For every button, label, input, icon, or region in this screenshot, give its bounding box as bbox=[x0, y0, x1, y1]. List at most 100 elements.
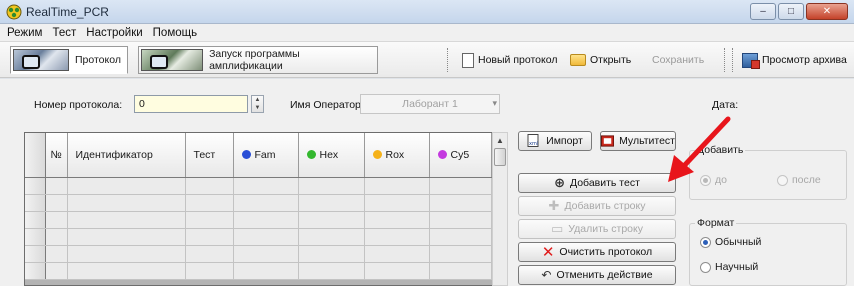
title-bar: RealTime_PCR – □ ✕ bbox=[0, 0, 854, 24]
protocol-number-spinner[interactable]: ▲ ▼ bbox=[251, 95, 264, 113]
protocol-number-label: Номер протокола: bbox=[34, 99, 123, 111]
radio-scientific-format[interactable]: Научный bbox=[700, 261, 758, 273]
table-header-row: № Идентификатор Тест Fam Hex Rox Cy5 bbox=[25, 133, 492, 178]
toolbar-separator bbox=[447, 48, 448, 72]
fam-label: Fam bbox=[254, 148, 276, 161]
save-button[interactable]: Сохранить bbox=[652, 50, 704, 70]
new-protocol-button[interactable]: Новый протокол bbox=[462, 50, 557, 70]
clear-protocol-label: Очистить протокол bbox=[559, 246, 653, 258]
save-label: Сохранить bbox=[652, 54, 705, 66]
view-archive-button[interactable]: Просмотр архива bbox=[742, 50, 847, 70]
protocol-panel: Номер протокола: 0 ▲ ▼ Имя Оператора: Ла… bbox=[0, 79, 854, 286]
radio-after-circle bbox=[777, 174, 788, 186]
protocol-thumbnail-icon bbox=[13, 49, 69, 71]
radio-after[interactable]: после bbox=[777, 174, 821, 186]
add-test-icon: ⊕ bbox=[554, 175, 565, 190]
radio-scientific-circle bbox=[700, 261, 711, 273]
spin-down-icon[interactable]: ▼ bbox=[255, 105, 261, 111]
radio-before-circle bbox=[700, 174, 711, 186]
xml-import-icon: xml bbox=[527, 134, 539, 147]
tab-run-amplification[interactable]: Запуск программы амплификации bbox=[138, 46, 378, 74]
column-header-identifier[interactable]: Идентификатор bbox=[67, 133, 186, 178]
format-group bbox=[689, 223, 847, 286]
operator-value: Лаборант 1 bbox=[402, 98, 458, 110]
add-row-icon: ✚ bbox=[548, 198, 560, 213]
column-header-number[interactable]: № bbox=[45, 133, 68, 178]
column-header-test[interactable]: Тест bbox=[185, 133, 234, 178]
menu-test[interactable]: Тест bbox=[47, 27, 81, 39]
open-label: Открыть bbox=[590, 54, 632, 66]
toolbar-separator bbox=[732, 48, 733, 72]
toolbar: Протокол Запуск программы амплификации Н… bbox=[0, 42, 854, 78]
open-button[interactable]: Открыть bbox=[570, 50, 631, 70]
svg-text:xml: xml bbox=[529, 141, 538, 147]
protocol-table: № Идентификатор Тест Fam Hex Rox Cy5 bbox=[24, 132, 508, 286]
app-logo-icon bbox=[6, 4, 22, 20]
minimize-button[interactable]: – bbox=[750, 3, 776, 20]
hex-dot-icon bbox=[306, 149, 316, 159]
scroll-up-icon[interactable]: ▲ bbox=[493, 133, 507, 148]
radio-scientific-label: Научный bbox=[715, 261, 759, 273]
delete-row-button[interactable]: ▭ Удалить строку bbox=[518, 219, 676, 239]
row-header-corner bbox=[25, 133, 46, 178]
table-row[interactable] bbox=[25, 228, 492, 246]
delete-row-label: Удалить строку bbox=[568, 223, 643, 235]
folder-open-icon bbox=[570, 54, 586, 66]
radio-before[interactable]: до bbox=[700, 174, 727, 186]
radio-normal-label: Обычный bbox=[715, 236, 762, 248]
tab-protocol[interactable]: Протокол bbox=[10, 46, 128, 74]
import-button[interactable]: xml Импорт bbox=[518, 131, 592, 151]
add-test-label: Добавить тест bbox=[569, 177, 640, 189]
new-protocol-label: Новый протокол bbox=[478, 54, 558, 66]
cy5-dot-icon bbox=[437, 149, 447, 159]
column-header-hex[interactable]: Hex bbox=[298, 133, 365, 178]
menu-help[interactable]: Помощь bbox=[148, 27, 202, 39]
operator-dropdown[interactable]: Лаборант 1 ▾ bbox=[360, 94, 500, 114]
minus-icon: ▭ bbox=[550, 221, 564, 236]
red-x-icon: ✕ bbox=[541, 244, 555, 261]
table-row[interactable] bbox=[25, 211, 492, 229]
tab-protocol-label: Протокол bbox=[75, 54, 121, 66]
protocol-number-field[interactable]: 0 bbox=[134, 95, 248, 113]
view-archive-label: Просмотр архива bbox=[762, 54, 847, 66]
table-row[interactable] bbox=[25, 245, 492, 263]
radio-before-label: до bbox=[715, 174, 727, 186]
archive-icon bbox=[742, 52, 760, 69]
table-row[interactable] bbox=[25, 194, 492, 212]
add-position-title: Добавить bbox=[695, 144, 746, 156]
amplification-thumbnail-icon bbox=[141, 49, 204, 71]
tab-run-label: Запуск программы амплификации bbox=[209, 48, 300, 72]
table-body bbox=[25, 177, 492, 280]
spin-up-icon[interactable]: ▲ bbox=[255, 97, 261, 103]
multitest-label: Мультитест bbox=[619, 135, 675, 147]
add-row-label: Добавить строку bbox=[564, 200, 646, 212]
table-vertical-scrollbar[interactable]: ▲ bbox=[492, 132, 508, 286]
undo-button[interactable]: ↶ Отменить действие bbox=[518, 265, 676, 285]
close-button[interactable]: ✕ bbox=[806, 3, 848, 20]
scroll-thumb[interactable] bbox=[494, 148, 506, 166]
column-header-fam[interactable]: Fam bbox=[233, 133, 299, 178]
rox-label: Rox bbox=[385, 148, 405, 161]
column-header-rox[interactable]: Rox bbox=[364, 133, 430, 178]
menu-settings[interactable]: Настройки bbox=[81, 27, 147, 39]
undo-label: Отменить действие bbox=[556, 269, 653, 281]
operator-label: Имя Оператора: bbox=[290, 99, 370, 111]
add-test-button[interactable]: ⊕ Добавить тест bbox=[518, 173, 676, 193]
maximize-button[interactable]: □ bbox=[778, 3, 804, 20]
fam-dot-icon bbox=[241, 149, 251, 159]
toolbar-separator bbox=[724, 48, 725, 72]
radio-after-label: после bbox=[792, 174, 821, 186]
menu-mode[interactable]: Режим bbox=[2, 27, 47, 39]
import-label: Импорт bbox=[546, 135, 583, 147]
column-header-cy5[interactable]: Cy5 bbox=[429, 133, 492, 178]
clear-protocol-button[interactable]: ✕ Очистить протокол bbox=[518, 242, 676, 262]
radio-normal-format[interactable]: Обычный bbox=[700, 236, 761, 248]
multitest-button[interactable]: Мультитест bbox=[600, 131, 676, 151]
radio-normal-circle bbox=[700, 236, 711, 248]
undo-arrow-icon: ↶ bbox=[541, 268, 552, 282]
add-row-button[interactable]: ✚ Добавить строку bbox=[518, 196, 676, 216]
cy5-label: Cy5 bbox=[450, 148, 470, 161]
table-row[interactable] bbox=[25, 262, 492, 280]
multitest-icon bbox=[601, 135, 615, 147]
table-row[interactable] bbox=[25, 177, 492, 195]
